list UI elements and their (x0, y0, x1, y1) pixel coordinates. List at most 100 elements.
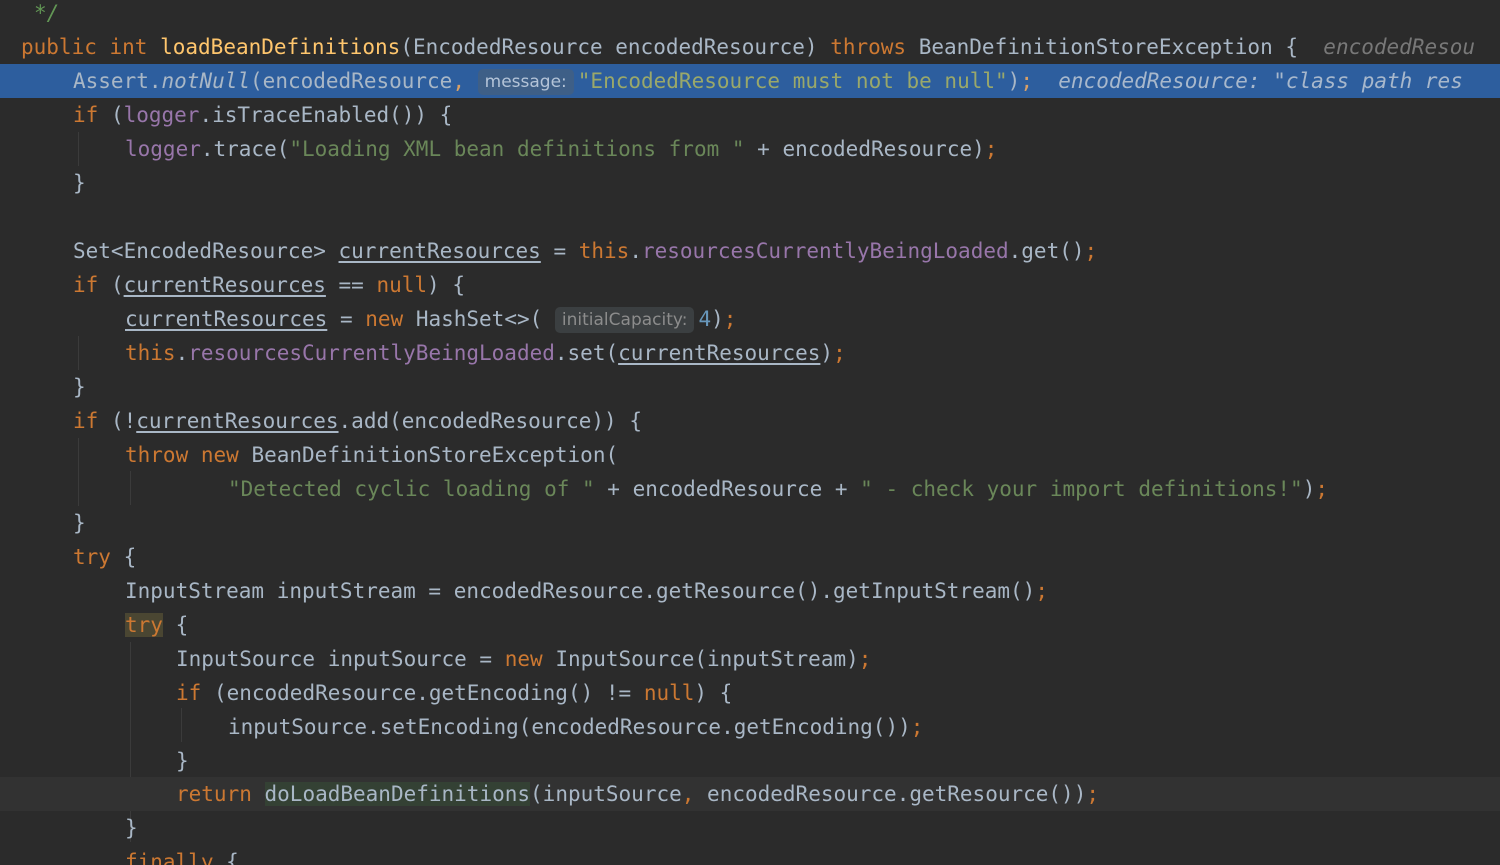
keyword: null (643, 681, 695, 705)
code-line[interactable]: "Detected cyclic loading of " + encodedR… (0, 472, 1500, 506)
closing-brace: } (73, 375, 86, 399)
code-line[interactable]: if (currentResources == null) { (0, 268, 1500, 302)
string-literal: " - check your import definitions!" (860, 477, 1303, 501)
code-text: (EncodedResource encodedResource) (400, 35, 831, 59)
code-line[interactable]: Set<EncodedResource> currentResources = … (0, 234, 1500, 268)
field-ref: resourcesCurrentlyBeingLoaded (188, 341, 555, 365)
method-call-highlighted[interactable]: doLoadBeanDefinitions (264, 782, 531, 806)
code-text: { (162, 613, 189, 637)
code-line[interactable]: } (0, 506, 1500, 540)
number-literal: 4 (698, 307, 712, 331)
method-name[interactable]: loadBeanDefinitions (160, 35, 400, 59)
code-line[interactable]: throw new BeanDefinitionStoreException( (0, 438, 1500, 472)
code-line[interactable]: try { (0, 608, 1500, 642)
keyword: new (504, 647, 543, 671)
code-text: (encodedResource.getEncoding() != (201, 681, 644, 705)
keyword: new (365, 307, 404, 331)
keyword: if (73, 103, 99, 127)
code-editor[interactable]: */ public int loadBeanDefinitions(Encode… (0, 0, 1500, 865)
code-line[interactable]: if (logger.isTraceEnabled()) { (0, 98, 1500, 132)
code-text: { (213, 850, 239, 865)
code-line[interactable]: try { (0, 540, 1500, 574)
code-text: = (327, 307, 366, 331)
code-text: BeanDefinitionStoreException { (906, 35, 1298, 59)
code-line[interactable]: currentResources = new HashSet<>( initia… (0, 302, 1500, 336)
code-line[interactable]: if (!currentResources.add(encodedResourc… (0, 404, 1500, 438)
code-line[interactable]: } (0, 744, 1500, 778)
code-text: .add(encodedResource)) { (338, 409, 642, 433)
code-text: InputSource(inputStream) (542, 647, 859, 671)
semicolon: ; (858, 647, 872, 671)
code-line[interactable]: InputStream inputStream = encodedResourc… (0, 574, 1500, 608)
debug-inlay-value: encodedResource: "class path res (1058, 69, 1463, 93)
keyword: int (109, 35, 148, 59)
string-literal: "EncodedResource must not be null" (577, 69, 1008, 93)
semicolon: ; (1315, 477, 1328, 501)
comma: , (681, 782, 695, 806)
execution-point-line[interactable]: Assert.notNull(encodedResource, message:… (0, 64, 1500, 98)
semicolon: ; (1035, 579, 1048, 603)
caret-line[interactable]: return doLoadBeanDefinitions(inputSource… (0, 777, 1500, 811)
static-method: notNull (161, 69, 251, 93)
field-ref: resourcesCurrentlyBeingLoaded (641, 239, 1009, 263)
code-text: InputStream inputStream = encodedResourc… (125, 579, 1036, 603)
keyword: this (125, 341, 176, 365)
keyword: try (73, 545, 111, 569)
keyword: return (176, 782, 252, 806)
code-text: Assert. (73, 69, 162, 93)
code-text: ) (1302, 477, 1316, 501)
code-text: .set( (554, 341, 619, 365)
code-text: InputSource inputSource = (176, 647, 505, 671)
code-text: BeanDefinitionStoreException( (238, 443, 619, 467)
code-line[interactable]: } (0, 370, 1500, 404)
variable-ref: currentResources (618, 341, 821, 365)
code-text: . (175, 341, 189, 365)
code-line[interactable]: } (0, 166, 1500, 200)
code-line[interactable]: public int loadBeanDefinitions(EncodedRe… (0, 30, 1500, 64)
keyword: if (176, 681, 202, 705)
code-text: + encodedResource) (744, 137, 985, 161)
code-text: inputSource.setEncoding(encodedResource.… (228, 715, 911, 739)
code-line[interactable]: if (encodedResource.getEncoding() != nul… (0, 676, 1500, 710)
code-text: ) (711, 307, 724, 331)
string-literal: "Loading XML bean definitions from " (289, 137, 745, 161)
keyword: new (200, 443, 239, 467)
code-text: .trace( (200, 137, 290, 161)
code-line[interactable]: this.resourcesCurrentlyBeingLoaded.set(c… (0, 336, 1500, 370)
code-line[interactable]: inputSource.setEncoding(encodedResource.… (0, 710, 1500, 744)
parameter-hint: message: (477, 69, 574, 95)
code-line[interactable]: finally { (0, 845, 1500, 865)
code-text: .isTraceEnabled()) { (199, 103, 453, 127)
code-comment: */ (34, 1, 60, 25)
variable-ref: currentResources (125, 307, 328, 331)
semicolon: ; (1084, 239, 1098, 263)
code-line-blank[interactable] (0, 200, 1500, 234)
code-line[interactable]: logger.trace("Loading XML bean definitio… (0, 132, 1500, 166)
code-text: encodedResource.getResource()) (694, 782, 1087, 806)
code-line[interactable]: InputSource inputSource = new InputSourc… (0, 642, 1500, 676)
keyword: public (21, 35, 97, 59)
closing-brace: } (73, 511, 86, 535)
debug-inlay-value: encodedResou (1323, 35, 1476, 59)
semicolon: ; (984, 137, 998, 161)
keyword: if (73, 273, 99, 297)
string-literal: "Detected cyclic loading of " (228, 477, 595, 501)
code-line[interactable]: } (0, 811, 1500, 845)
code-line[interactable]: */ (0, 0, 1500, 30)
code-text: + encodedResource + (594, 477, 861, 501)
code-text: (! (98, 409, 137, 433)
keyword: throw (125, 443, 189, 467)
keyword: this (578, 239, 630, 263)
variable-ref: currentResources (338, 239, 541, 263)
code-text: (encodedResource (250, 69, 453, 93)
variable-ref: currentResources (123, 273, 326, 297)
closing-brace: } (125, 816, 138, 840)
code-text: = (540, 239, 579, 263)
code-text: Set<EncodedResource> (73, 239, 339, 263)
code-text: .get() (1008, 239, 1085, 263)
code-text: HashSet<>( (403, 307, 543, 331)
keyword-highlighted: try (125, 613, 163, 637)
semicolon: ; (833, 341, 846, 365)
closing-brace: } (73, 171, 86, 195)
keyword: throws (830, 35, 907, 59)
